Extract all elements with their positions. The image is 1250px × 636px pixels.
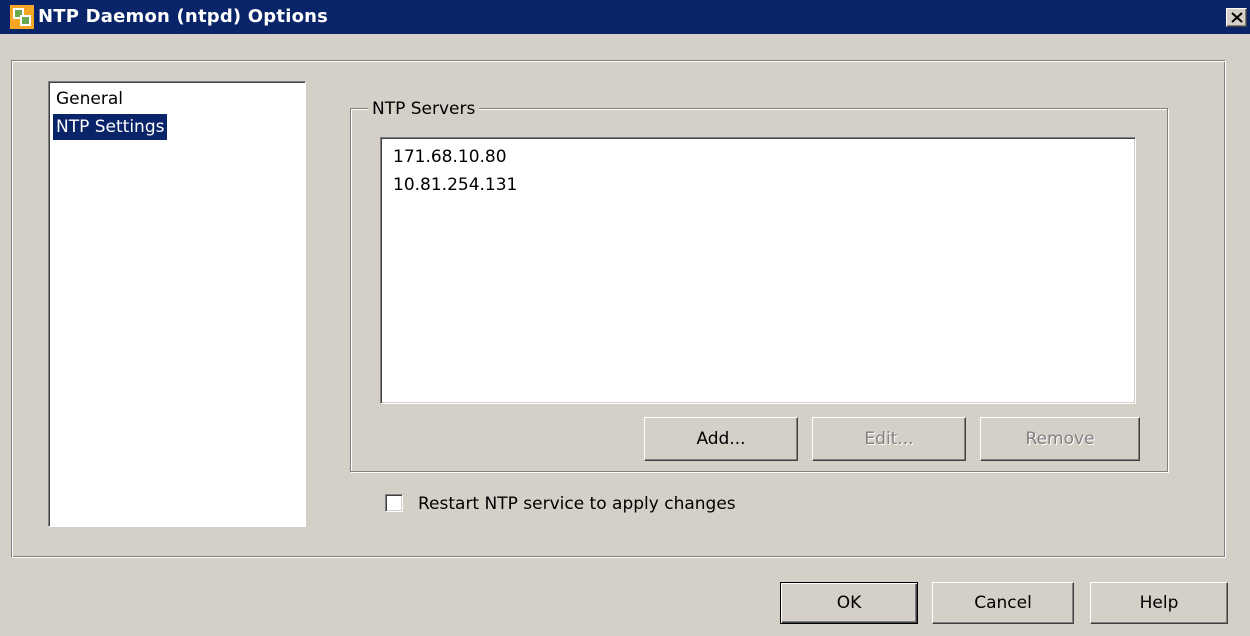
close-button[interactable] xyxy=(1226,8,1247,27)
nav-item-ntp-settings[interactable]: NTP Settings xyxy=(53,114,168,140)
nav-item-general[interactable]: General xyxy=(53,86,126,112)
close-icon xyxy=(1231,12,1243,23)
edit-server-button[interactable]: Edit... xyxy=(812,417,966,461)
restart-ntp-checkbox[interactable] xyxy=(385,494,403,512)
server-list-item[interactable]: 10.81.254.131 xyxy=(393,171,517,199)
help-button[interactable]: Help xyxy=(1090,582,1228,624)
add-server-button[interactable]: Add... xyxy=(644,417,798,461)
server-list-item[interactable]: 171.68.10.80 xyxy=(393,143,507,171)
window-title: NTP Daemon (ntpd) Options xyxy=(38,6,329,27)
ntp-server-list[interactable]: 171.68.10.80 10.81.254.131 xyxy=(380,137,1136,404)
ntp-servers-group-label: NTP Servers xyxy=(368,98,480,120)
remove-server-button[interactable]: Remove xyxy=(980,417,1140,461)
settings-nav-list[interactable]: General NTP Settings xyxy=(48,81,306,527)
vsphere-app-icon xyxy=(10,5,34,29)
ok-button[interactable]: OK xyxy=(780,582,918,624)
restart-ntp-label[interactable]: Restart NTP service to apply changes xyxy=(418,492,736,516)
title-bar: NTP Daemon (ntpd) Options xyxy=(0,0,1250,34)
cancel-button[interactable]: Cancel xyxy=(932,582,1074,624)
